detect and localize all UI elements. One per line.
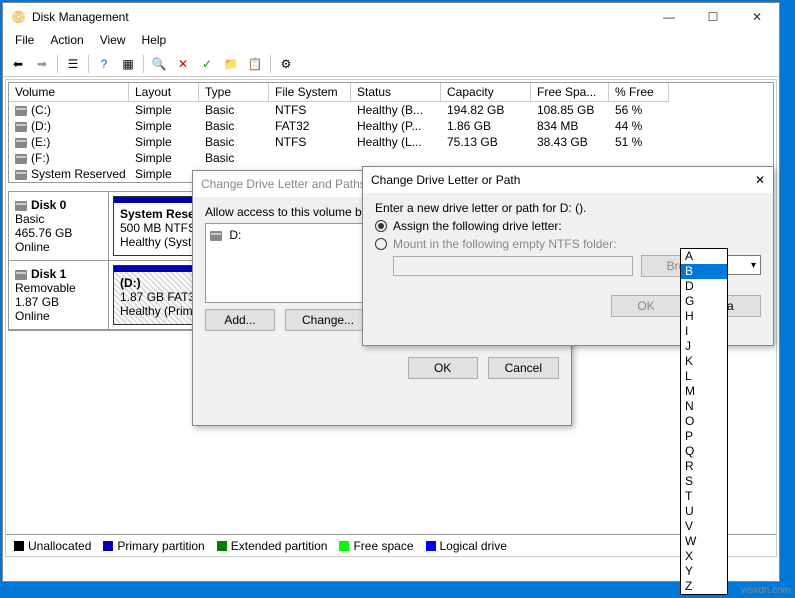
menu-action[interactable]: Action xyxy=(42,31,91,51)
drive-letter-option[interactable]: R xyxy=(681,459,727,474)
drive-letter-option[interactable]: O xyxy=(681,414,727,429)
volume-icon xyxy=(15,122,27,132)
drive-item[interactable]: D: xyxy=(229,228,241,242)
watermark: wsxdn.com xyxy=(741,585,791,596)
drive-letter-option[interactable]: Q xyxy=(681,444,727,459)
drive-letter-option[interactable]: X xyxy=(681,549,727,564)
drive-letter-option[interactable]: G xyxy=(681,294,727,309)
options-icon[interactable]: ⚙ xyxy=(275,53,297,75)
radio-icon xyxy=(375,238,387,250)
add-button[interactable]: Add... xyxy=(205,309,275,331)
column-header[interactable]: Capacity xyxy=(441,83,531,102)
check-icon[interactable]: ✓ xyxy=(196,53,218,75)
column-header[interactable]: Layout xyxy=(129,83,199,102)
drive-letter-option[interactable]: N xyxy=(681,399,727,414)
titlebar: 📀 Disk Management — ☐ ✕ xyxy=(3,3,779,31)
drive-letter-option[interactable]: K xyxy=(681,354,727,369)
table-row[interactable]: (E:) Simple Basic NTFS Healthy (L... 75.… xyxy=(9,134,773,150)
legend-item: Primary partition xyxy=(103,539,204,553)
drive-letter-option[interactable]: A xyxy=(681,249,727,264)
search-icon[interactable]: 🔍 xyxy=(148,53,170,75)
assign-radio[interactable]: Assign the following drive letter: xyxy=(375,219,761,233)
column-header[interactable]: Free Spa... xyxy=(531,83,609,102)
folder-icon[interactable]: 📁 xyxy=(220,53,242,75)
legend-item: Logical drive xyxy=(426,539,507,553)
menu-file[interactable]: File xyxy=(7,31,42,51)
folder-input xyxy=(393,256,633,276)
dialog-title: Change Drive Letter or Path xyxy=(371,173,520,187)
menu-help[interactable]: Help xyxy=(134,31,175,51)
drive-letter-option[interactable]: Y xyxy=(681,564,727,579)
legend-item: Unallocated xyxy=(14,539,91,553)
grid-icon[interactable]: ▦ xyxy=(117,53,139,75)
drive-letter-option[interactable]: B xyxy=(681,264,727,279)
column-header[interactable]: % Free xyxy=(609,83,669,102)
help-icon[interactable]: ? xyxy=(93,53,115,75)
drive-letter-option[interactable]: V xyxy=(681,519,727,534)
props-icon[interactable]: 📋 xyxy=(244,53,266,75)
drive-letter-option[interactable]: T xyxy=(681,489,727,504)
drive-letter-option[interactable]: H xyxy=(681,309,727,324)
legend: Unallocated Primary partition Extended par… xyxy=(6,534,776,556)
drive-letter-option[interactable]: L xyxy=(681,369,727,384)
drive-letter-option[interactable]: Z xyxy=(681,579,727,594)
column-header[interactable]: Status xyxy=(351,83,441,102)
close-icon[interactable]: ✕ xyxy=(755,173,765,187)
legend-item: Extended partition xyxy=(217,539,328,553)
drive-letter-option[interactable]: U xyxy=(681,504,727,519)
forward-icon[interactable]: ➡ xyxy=(31,53,53,75)
drive-letter-dropdown[interactable]: ABDGHIJKLMNOPQRSTUVWXYZ xyxy=(680,248,728,595)
table-row[interactable]: (C:) Simple Basic NTFS Healthy (B... 194… xyxy=(9,102,773,118)
radio-icon xyxy=(375,220,387,232)
volume-icon xyxy=(15,154,27,164)
delete-icon[interactable]: ✕ xyxy=(172,53,194,75)
column-header[interactable]: Type xyxy=(199,83,269,102)
drive-letter-option[interactable]: J xyxy=(681,339,727,354)
hdd-icon: 📀 xyxy=(11,10,26,24)
legend-item: Free space xyxy=(339,539,413,553)
ok-button[interactable]: OK xyxy=(611,295,681,317)
ok-button[interactable]: OK xyxy=(408,357,478,379)
column-header[interactable]: File System xyxy=(269,83,351,102)
menubar: FileActionViewHelp xyxy=(3,31,779,51)
window-title: Disk Management xyxy=(32,10,647,24)
column-header[interactable]: Volume xyxy=(9,83,129,102)
dialog-instruction: Enter a new drive letter or path for D: … xyxy=(375,201,761,215)
volume-icon xyxy=(15,106,27,116)
drive-icon xyxy=(210,231,222,241)
minimize-button[interactable]: — xyxy=(647,3,691,31)
cancel-button[interactable]: Cancel xyxy=(488,357,559,379)
maximize-button[interactable]: ☐ xyxy=(691,3,735,31)
view-icon[interactable]: ☰ xyxy=(62,53,84,75)
menu-view[interactable]: View xyxy=(92,31,134,51)
drive-letter-option[interactable]: D xyxy=(681,279,727,294)
volume-icon xyxy=(15,138,27,148)
table-row[interactable]: (F:) Simple Basic xyxy=(9,150,773,166)
drive-letter-option[interactable]: P xyxy=(681,429,727,444)
drive-letter-option[interactable]: I xyxy=(681,324,727,339)
change-button[interactable]: Change... xyxy=(285,309,371,331)
drive-letter-option[interactable]: W xyxy=(681,534,727,549)
close-button[interactable]: ✕ xyxy=(735,3,779,31)
toolbar: ⬅ ➡ ☰ ? ▦ 🔍 ✕ ✓ 📁 📋 ⚙ xyxy=(3,51,779,77)
drive-letter-option[interactable]: S xyxy=(681,474,727,489)
drive-letter-option[interactable]: M xyxy=(681,384,727,399)
volume-icon xyxy=(15,170,27,180)
table-row[interactable]: (D:) Simple Basic FAT32 Healthy (P... 1.… xyxy=(9,118,773,134)
back-icon[interactable]: ⬅ xyxy=(7,53,29,75)
